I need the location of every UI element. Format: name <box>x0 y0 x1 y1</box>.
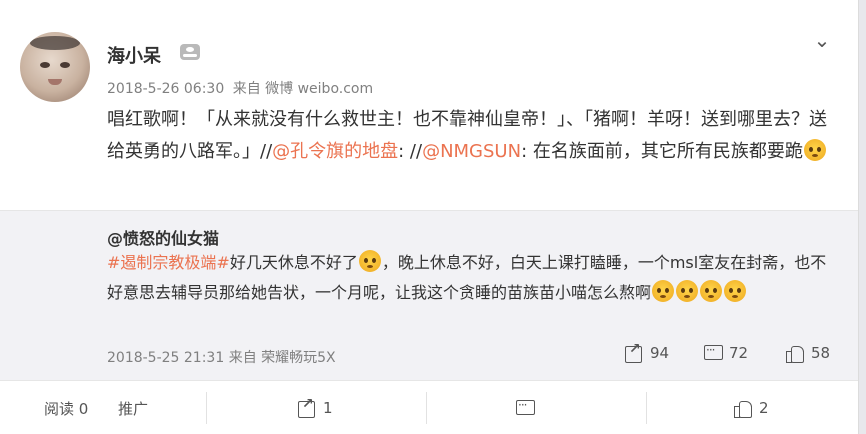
emoji-icon <box>724 280 747 302</box>
retweet-like-count: 58 <box>811 344 831 362</box>
post-meta: 2018-5-26 06:30 来自 微博 weibo.com <box>107 78 377 98</box>
read-count: 阅读 0 <box>44 400 89 418</box>
promote-button[interactable]: 推广 <box>118 398 148 419</box>
emoji-icon <box>358 250 381 272</box>
comment-icon <box>703 343 723 363</box>
scrollbar[interactable] <box>858 0 866 434</box>
emoji-icon <box>676 280 699 302</box>
repost-count: 1 <box>323 399 333 417</box>
vip-badge-icon <box>180 44 200 60</box>
retweet-source: 来自 荣耀畅玩5X <box>228 350 336 366</box>
repost-button[interactable]: 1 <box>297 396 333 418</box>
emoji-icon <box>700 280 723 302</box>
retweet-comment-count: 72 <box>729 344 749 362</box>
post-text: 唱红歌啊！「从来就没有什么救世主！也不靠神仙皇帝！」、「猪啊！羊呀！送到哪里去？… <box>107 104 842 168</box>
retweet-timestamp[interactable]: 2018-5-25 21:31 <box>107 350 224 366</box>
divider <box>646 392 647 424</box>
like-count: 2 <box>759 399 769 417</box>
retweet-username[interactable]: @愤怒的仙女猫 <box>107 225 219 249</box>
emoji-icon <box>652 280 675 302</box>
hashtag-link[interactable]: #遏制宗教极端# <box>107 253 230 272</box>
avatar[interactable] <box>20 32 90 102</box>
username[interactable]: 海小呆 <box>107 42 161 68</box>
comment-icon <box>515 398 535 418</box>
chevron-down-icon[interactable]: ⌄ <box>810 28 834 52</box>
mention-link[interactable]: @NMGSUN <box>422 141 521 162</box>
retweet-comment-button[interactable]: 72 <box>703 343 748 363</box>
post-text-part2: : // <box>398 141 423 162</box>
post-timestamp[interactable]: 2018-5-26 06:30 <box>107 81 224 97</box>
post-text-part3: : 在名族面前，其它所有民族都要跪 <box>521 141 803 162</box>
repost-icon <box>624 341 644 363</box>
like-button[interactable]: 2 <box>733 398 769 418</box>
retweet-meta: 2018-5-25 21:31 来自 荣耀畅玩5X <box>107 347 336 367</box>
emoji-icon <box>803 139 826 161</box>
comment-button[interactable] <box>515 398 541 418</box>
retweet-repost-count: 94 <box>650 344 670 362</box>
divider <box>426 392 427 424</box>
mention-link[interactable]: @孔令旗的地盘 <box>272 141 398 162</box>
retweet-like-button[interactable]: 58 <box>785 343 830 363</box>
retweet-text-part1: 好几天休息不好了 <box>229 253 358 272</box>
retweet-repost-button[interactable]: 94 <box>624 341 670 363</box>
like-icon <box>785 343 805 363</box>
post-source: 来自 微博 weibo.com <box>232 81 374 97</box>
like-icon <box>733 398 753 418</box>
divider <box>206 392 207 424</box>
repost-icon <box>297 396 317 418</box>
retweet-text: #遏制宗教极端#好几天休息不好了 ，晚上休息不好，白天上课打瞌睡，一个msl室友在… <box>107 248 827 308</box>
